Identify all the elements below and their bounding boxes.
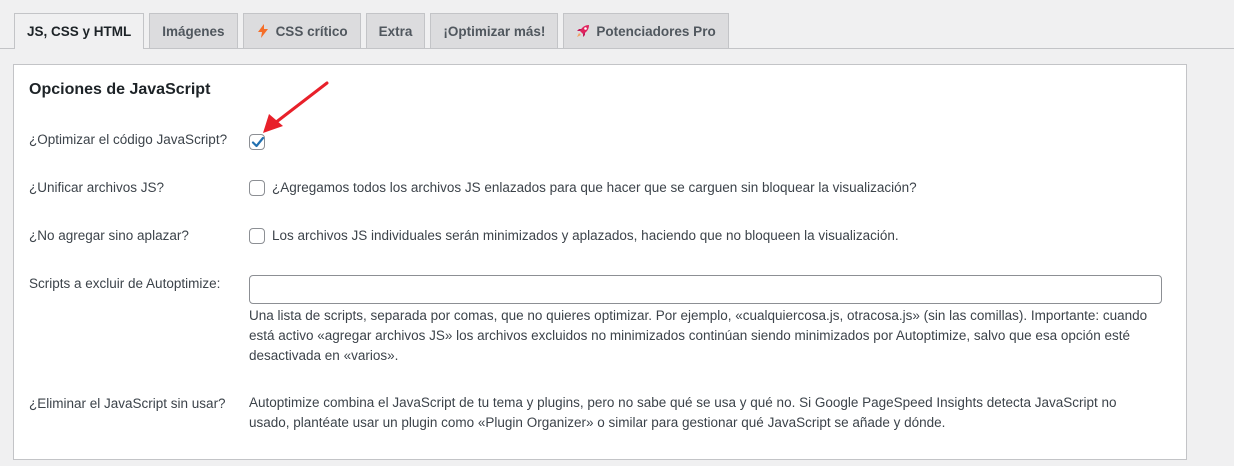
tab-critical-css[interactable]: CSS crítico: [242, 13, 361, 48]
defer-js-checkbox[interactable]: [249, 228, 265, 244]
defer-js-label: ¿No agregar sino aplazar?: [29, 228, 189, 243]
tab-label: Imágenes: [162, 23, 225, 39]
section-title: Opciones de JavaScript: [29, 81, 211, 98]
annotation-arrow-icon: [263, 81, 329, 133]
exclude-scripts-help: Una lista de scripts, separada por comas…: [249, 308, 1148, 363]
rocket-icon: [576, 24, 590, 38]
tab-label: JS, CSS y HTML: [27, 24, 132, 39]
exclude-scripts-input[interactable]: [249, 275, 1162, 304]
tab-optimize-more[interactable]: ¡Optimizar más!: [430, 13, 559, 48]
aggregate-js-checkbox[interactable]: [249, 180, 265, 196]
lightning-icon: [256, 24, 270, 38]
aggregate-js-label: ¿Unificar archivos JS?: [29, 180, 165, 195]
tab-label: Extra: [378, 23, 413, 39]
javascript-options-panel: Opciones de JavaScript ¿Optimizar el cód…: [13, 64, 1187, 460]
tab-pro-boosters[interactable]: Potenciadores Pro: [563, 13, 729, 48]
defer-js-description: Los archivos JS individuales serán minim…: [272, 228, 899, 243]
remove-unused-js-label: ¿Eliminar el JavaScript sin usar?: [29, 396, 226, 411]
optimize-js-label: ¿Optimizar el código JavaScript?: [29, 132, 228, 147]
tab-label: ¡Optimizar más!: [443, 23, 546, 39]
tab-images[interactable]: Imágenes: [149, 13, 238, 48]
tab-label: CSS crítico: [275, 23, 348, 39]
tab-js-css-html[interactable]: JS, CSS y HTML: [14, 13, 145, 49]
remove-unused-js-description: Autoptimize combina el JavaScript de tu …: [249, 395, 1117, 430]
tab-extra[interactable]: Extra: [365, 13, 426, 48]
exclude-scripts-label: Scripts a excluir de Autoptimize:: [29, 276, 221, 291]
aggregate-js-description: ¿Agregamos todos los archivos JS enlazad…: [272, 180, 917, 195]
tab-label: Potenciadores Pro: [596, 23, 716, 39]
settings-tabs: JS, CSS y HTML Imágenes CSS crítico Extr…: [14, 13, 729, 49]
